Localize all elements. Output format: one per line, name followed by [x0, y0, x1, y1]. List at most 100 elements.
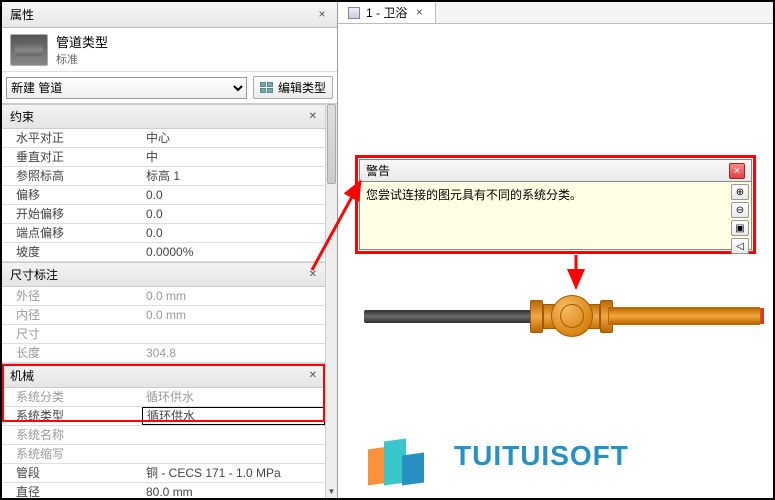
panel-title: 属性	[10, 6, 315, 23]
property-label: 参照标高	[2, 167, 142, 185]
property-row[interactable]: 坡度0.0000%	[2, 243, 325, 262]
tab-view[interactable]: 1 - 卫浴 ×	[338, 2, 436, 23]
property-row[interactable]: 端点偏移0.0	[2, 224, 325, 243]
property-label: 水平对正	[2, 129, 142, 147]
close-panel-icon[interactable]: ×	[315, 8, 329, 22]
property-row[interactable]: 系统分类循环供水	[2, 388, 325, 407]
property-row[interactable]: 系统缩写	[2, 445, 325, 464]
property-row[interactable]: 偏移0.0	[2, 186, 325, 205]
view-icon	[348, 7, 360, 19]
section-header[interactable]: 约束✕	[2, 104, 325, 129]
property-label: 开始偏移	[2, 205, 142, 223]
section-header[interactable]: 机械✕	[2, 363, 325, 388]
section-title: 约束	[10, 108, 309, 125]
warning-nav-button[interactable]: ▣	[731, 220, 749, 236]
scroll-thumb[interactable]	[327, 104, 336, 184]
property-value: 0.0000%	[142, 243, 325, 261]
property-value	[142, 426, 325, 444]
property-row[interactable]: 管段铜 - CECS 171 - 1.0 MPa	[2, 464, 325, 483]
property-value[interactable]: 循环供水	[142, 407, 325, 425]
tab-bar: 1 - 卫浴 ×	[338, 2, 773, 24]
property-value	[142, 445, 325, 463]
pipe-assembly-graphic	[362, 296, 762, 336]
property-value	[142, 325, 325, 343]
warning-body: 您尝试连接的图元具有不同的系统分类。 ⊕ ⊖ ▣ ◁	[359, 182, 752, 250]
section-title: 尺寸标注	[10, 266, 309, 283]
type-preview-row[interactable]: 管道类型 标准	[2, 28, 337, 72]
type-subtitle: 标准	[56, 51, 108, 67]
property-label: 长度	[2, 344, 142, 362]
property-value: 304.8	[142, 344, 325, 362]
property-value: 0.0 mm	[142, 287, 325, 305]
property-label: 端点偏移	[2, 224, 142, 242]
property-row[interactable]: 尺寸	[2, 325, 325, 344]
type-title: 管道类型	[56, 32, 108, 51]
property-label: 尺寸	[2, 325, 142, 343]
property-label: 系统类型	[2, 407, 142, 425]
edit-type-button[interactable]: 编辑类型	[253, 76, 333, 99]
warning-expand-button[interactable]: ⊕	[731, 184, 749, 200]
tab-close-icon[interactable]: ×	[413, 7, 425, 19]
logo-text: TUITUISOFT	[454, 440, 629, 472]
expander-icon[interactable]: ✕	[309, 370, 317, 381]
watermark-logo: TUITUISOFT	[366, 428, 629, 484]
warning-header: 警告 ×	[359, 159, 752, 182]
property-row[interactable]: 系统类型循环供水	[2, 407, 325, 426]
property-value: 0.0	[142, 186, 325, 204]
logo-icon	[366, 428, 436, 484]
pipe-thumbnail-icon	[10, 34, 48, 66]
valve-icon	[551, 295, 593, 337]
scroll-down-icon[interactable]: ▼	[326, 484, 337, 498]
property-value: 铜 - CECS 171 - 1.0 MPa	[142, 464, 325, 482]
drawing-canvas[interactable]: 警告 × 您尝试连接的图元具有不同的系统分类。 ⊕ ⊖ ▣ ◁	[338, 24, 773, 498]
properties-panel-header: 属性 ×	[2, 2, 337, 28]
expander-icon[interactable]: ✕	[309, 111, 317, 122]
property-label: 内径	[2, 306, 142, 324]
property-value: 循环供水	[142, 388, 325, 406]
section-title: 机械	[10, 367, 309, 384]
warning-annotation: 警告 × 您尝试连接的图元具有不同的系统分类。 ⊕ ⊖ ▣ ◁	[359, 159, 752, 250]
property-label: 系统名称	[2, 426, 142, 444]
pipe-segment-left	[364, 310, 537, 323]
edit-type-label: 编辑类型	[278, 79, 326, 96]
tab-label: 1 - 卫浴	[366, 4, 407, 21]
properties-scrollbar[interactable]: ▲ ▼	[325, 104, 337, 498]
property-row[interactable]: 长度304.8	[2, 344, 325, 363]
property-label: 系统缩写	[2, 445, 142, 463]
property-row[interactable]: 内径0.0 mm	[2, 306, 325, 325]
flange-left-icon	[530, 300, 543, 333]
property-value: 80.0 mm	[142, 483, 325, 498]
pipe-segment-right	[608, 307, 761, 325]
edit-type-icon	[260, 82, 274, 94]
property-row[interactable]: 垂直对正中	[2, 148, 325, 167]
property-value: 中心	[142, 129, 325, 147]
property-value: 0.0	[142, 224, 325, 242]
expander-icon[interactable]: ✕	[309, 269, 317, 280]
warning-message: 您尝试连接的图元具有不同的系统分类。	[366, 188, 582, 202]
property-row[interactable]: 直径80.0 mm	[2, 483, 325, 498]
property-label: 坡度	[2, 243, 142, 261]
property-row[interactable]: 开始偏移0.0	[2, 205, 325, 224]
property-label: 系统分类	[2, 388, 142, 406]
property-row[interactable]: 外径0.0 mm	[2, 287, 325, 306]
property-row[interactable]: 水平对正中心	[2, 129, 325, 148]
property-value: 0.0	[142, 205, 325, 223]
property-value: 中	[142, 148, 325, 166]
property-label: 垂直对正	[2, 148, 142, 166]
property-value: 0.0 mm	[142, 306, 325, 324]
pipe-end-marker	[761, 308, 764, 324]
annotation-arrow-down-icon	[566, 253, 586, 293]
property-label: 外径	[2, 287, 142, 305]
property-row[interactable]: 参照标高标高 1	[2, 167, 325, 186]
property-label: 偏移	[2, 186, 142, 204]
section-header[interactable]: 尺寸标注✕	[2, 262, 325, 287]
warning-list-button[interactable]: ◁	[731, 238, 749, 254]
warning-collapse-button[interactable]: ⊖	[731, 202, 749, 218]
property-value: 标高 1	[142, 167, 325, 185]
warning-title: 警告	[366, 162, 729, 179]
warning-close-icon[interactable]: ×	[729, 163, 745, 179]
property-label: 管段	[2, 464, 142, 482]
instance-selector[interactable]: 新建 管道	[6, 77, 247, 99]
property-row[interactable]: 系统名称	[2, 426, 325, 445]
property-label: 直径	[2, 483, 142, 498]
